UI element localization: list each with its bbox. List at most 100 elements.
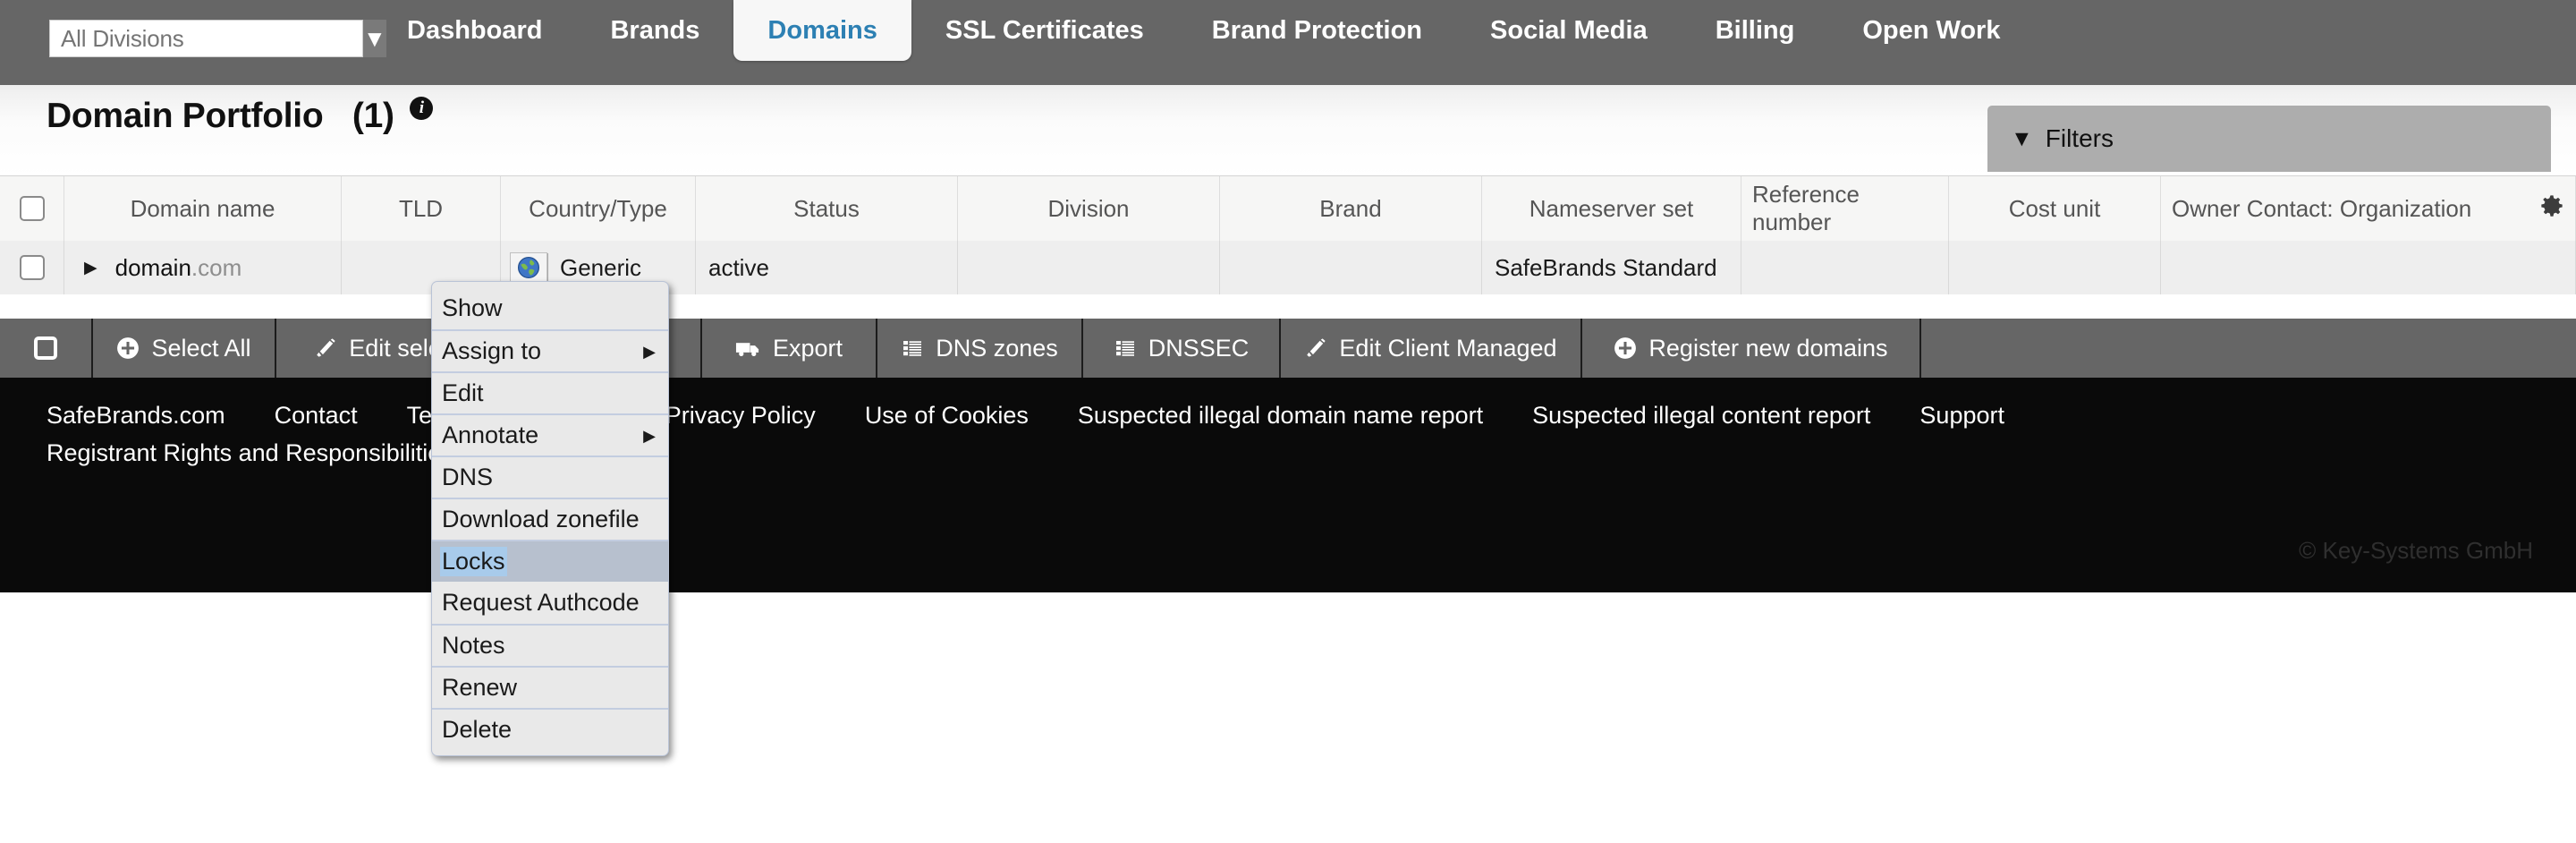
dnssec-button-label: DNSSEC <box>1148 334 1250 362</box>
column-header-label: Owner Contact: Organization <box>2172 194 2472 222</box>
column-header-select-all-checkbox-col[interactable] <box>0 176 64 241</box>
column-header-brand[interactable]: Brand <box>1220 176 1482 241</box>
column-header-label: Cost unit <box>2008 194 2101 222</box>
footer-link[interactable]: Use of Cookies <box>865 402 1029 429</box>
toolbar-select-checkbox[interactable] <box>0 319 93 378</box>
edit-client-managed-button[interactable]: Edit Client Managed <box>1281 319 1582 378</box>
nav-item-open-work[interactable]: Open Work <box>1828 0 2034 61</box>
context-menu-item-request-authcode[interactable]: Request Authcode <box>432 582 668 624</box>
context-menu-item-label: Assign to <box>442 337 542 364</box>
column-header-label: Country/Type <box>529 194 667 222</box>
nav-item-billing[interactable]: Billing <box>1682 0 1829 61</box>
select-all-checkbox[interactable] <box>19 196 45 221</box>
truck-icon <box>735 337 761 359</box>
context-menu-item-download-zonefile[interactable]: Download zonefile <box>432 498 668 540</box>
cell-division <box>958 241 1220 294</box>
context-menu-item-delete[interactable]: Delete <box>432 708 668 750</box>
footer-link[interactable]: Suspected illegal domain name report <box>1078 402 1483 429</box>
column-header-label: Division <box>1047 194 1130 222</box>
action-toolbar: Select AllEdit selectedDeleteExportDNS z… <box>0 319 2576 378</box>
info-icon[interactable]: i <box>410 97 434 120</box>
pencil-icon <box>314 336 337 360</box>
table-row[interactable]: ▶ domain .com Generic active SafeBrands Stand… <box>0 241 2576 294</box>
column-header-label: Brand <box>1319 194 1382 222</box>
context-menu-item-label: Annotate <box>442 422 539 448</box>
page-title: Domain Portfolio (1) i <box>47 97 434 136</box>
cell-domain-name: ▶ domain .com <box>64 241 342 294</box>
list-icon <box>1114 337 1137 359</box>
country-type-label: Generic <box>560 253 642 281</box>
page-title-count: (1) <box>352 97 394 135</box>
context-menu-item-dns[interactable]: DNS <box>432 456 668 498</box>
nav-item-brand-protection[interactable]: Brand Protection <box>1178 0 1456 61</box>
nav-item-ssl-certificates[interactable]: SSL Certificates <box>911 0 1178 61</box>
page-title-text: Domain Portfolio <box>47 97 324 135</box>
dns-zones-button[interactable]: DNS zones <box>877 319 1083 378</box>
export-button[interactable]: Export <box>702 319 877 378</box>
column-header-domain-name[interactable]: Domain name <box>64 176 342 241</box>
select-all-button[interactable]: Select All <box>93 319 276 378</box>
submenu-arrow-icon: ▶ <box>643 342 656 361</box>
row-checkbox[interactable] <box>19 255 45 280</box>
submenu-arrow-icon: ▶ <box>643 426 656 445</box>
plus-circle-icon <box>1614 336 1637 360</box>
cell-brand <box>1220 241 1482 294</box>
context-menu[interactable]: Show Assign to ▶ Edit Annotate ▶ DNS Download z… <box>431 281 669 756</box>
nav-item-domains[interactable]: Domains <box>733 0 911 61</box>
column-header-owner-contact-organization[interactable]: Owner Contact: Organization <box>2161 176 2576 241</box>
cell-value: SafeBrands Standard <box>1495 253 1717 281</box>
nav-item-brands[interactable]: Brands <box>576 0 733 61</box>
column-header-division[interactable]: Division <box>958 176 1220 241</box>
footer-links-row-1: SafeBrands.comContactTerms & ConditionsP… <box>47 397 2515 435</box>
context-menu-item-annotate[interactable]: Annotate ▶ <box>432 413 668 456</box>
dns-zones-button-label: DNS zones <box>936 334 1058 362</box>
division-selector[interactable]: ▼ <box>49 20 386 57</box>
context-menu-item-renew[interactable]: Renew <box>432 666 668 708</box>
register-new-domains-button-label: Register new domains <box>1648 334 1888 362</box>
cell-value: active <box>708 253 769 281</box>
context-menu-item-label: Edit <box>442 379 484 406</box>
footer-link[interactable]: Contact <box>275 402 358 429</box>
column-header-status[interactable]: Status <box>696 176 958 241</box>
context-menu-item-notes[interactable]: Notes <box>432 624 668 666</box>
context-menu-item-edit[interactable]: Edit <box>432 371 668 413</box>
column-header-tld[interactable]: TLD <box>342 176 501 241</box>
gear-icon[interactable] <box>2539 194 2564 224</box>
toolbar-select-checkbox-icon[interactable] <box>34 336 57 360</box>
filters-panel[interactable]: ▼ Filters <box>1987 106 2551 172</box>
context-menu-item-locks[interactable]: Locks <box>432 540 668 582</box>
cell-status: active <box>696 241 958 294</box>
nav-item-social-media[interactable]: Social Media <box>1456 0 1682 61</box>
copyright-text: © Key-Systems GmbH <box>2299 537 2533 564</box>
select-all-button-label: Select All <box>151 334 251 362</box>
table-header-row: Domain name TLD Country/Type Status Division… <box>0 176 2576 241</box>
column-header-reference-number[interactable]: Reference number <box>1741 176 1949 241</box>
domain-name-tld: .com <box>191 253 242 281</box>
domain-name-sld[interactable]: domain <box>115 254 191 282</box>
expand-row-icon[interactable]: ▶ <box>84 260 97 277</box>
context-menu-item-label: Delete <box>442 716 513 743</box>
footer-link[interactable]: Suspected illegal content report <box>1532 402 1870 429</box>
context-menu-item-assign-to[interactable]: Assign to ▶ <box>432 329 668 371</box>
footer-link[interactable]: Privacy Policy <box>665 402 816 429</box>
context-menu-item-label: Notes <box>442 632 505 659</box>
globe-icon <box>510 252 547 283</box>
footer-links: SafeBrands.comContactTerms & ConditionsP… <box>47 397 2515 473</box>
context-menu-item-label: Locks <box>440 547 507 576</box>
column-header-nameserver-set[interactable]: Nameserver set <box>1482 176 1741 241</box>
context-menu-item-show[interactable]: Show <box>432 287 668 329</box>
footer-link[interactable]: Registrant Rights and Responsibilities <box>47 439 453 466</box>
division-select-input[interactable] <box>49 20 363 57</box>
table-body: ▶ domain .com Generic active SafeBrands Stand… <box>0 241 2576 294</box>
footer-link[interactable]: SafeBrands.com <box>47 402 225 429</box>
column-header-cost-unit[interactable]: Cost unit <box>1949 176 2161 241</box>
footer-link[interactable]: Support <box>1919 402 2004 429</box>
context-menu-item-label: Show <box>442 294 503 321</box>
plus-circle-icon <box>116 336 140 360</box>
cell-reference-number <box>1741 241 1949 294</box>
column-header-country-type[interactable]: Country/Type <box>501 176 696 241</box>
nav-item-dashboard[interactable]: Dashboard <box>373 0 576 61</box>
dnssec-button[interactable]: DNSSEC <box>1083 319 1281 378</box>
register-new-domains-button[interactable]: Register new domains <box>1582 319 1921 378</box>
context-menu-item-label: Renew <box>442 674 518 701</box>
